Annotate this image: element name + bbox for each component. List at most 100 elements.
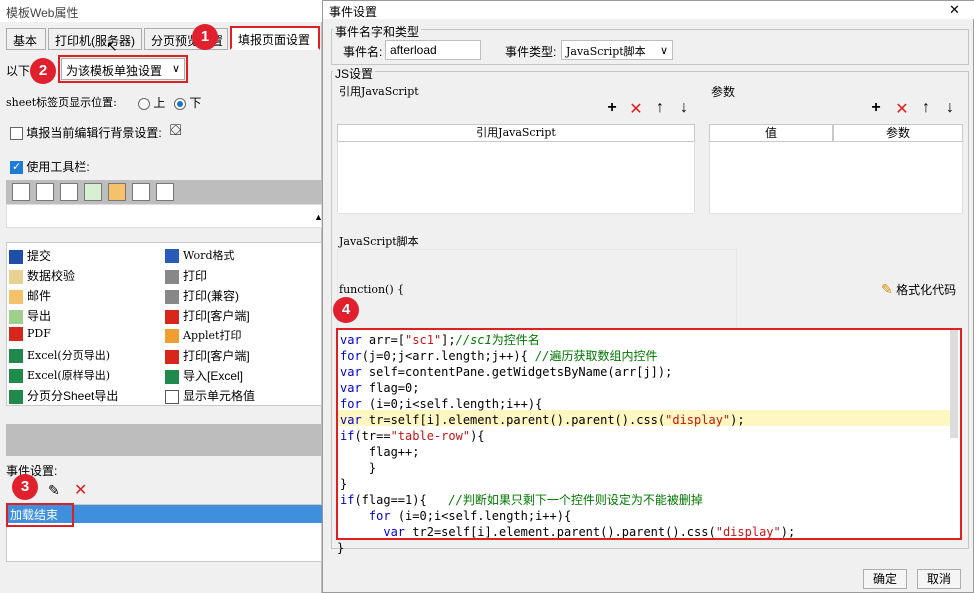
code-token: "sc1" [405,333,442,347]
grid-item-label: PDF [27,327,51,340]
code-token: // [448,493,463,507]
mail-icon [9,289,23,304]
event-type-label: 事件类型: [505,45,557,59]
add-icon[interactable]: + [867,99,885,117]
code-token: var [383,525,406,539]
toolbar-preview [6,180,322,204]
tab-basic[interactable]: 基本 [6,28,46,50]
mail-icon[interactable] [108,183,126,201]
excel-icon [9,349,23,363]
grid-item-label: Word格式 [183,249,235,262]
ok-button[interactable]: 确定 [863,569,907,589]
cell-value-icon [165,389,179,404]
export-icon[interactable] [84,183,102,201]
event-type-select[interactable]: JavaScript脚本 ∨ [561,40,673,60]
edit-pencil-icon[interactable]: ✎ [48,482,60,499]
grid-item-label: 提交 [27,249,52,263]
grid-item[interactable]: 导出 [9,307,159,327]
tab-printer-server[interactable]: 打印机(服务器) [48,28,142,50]
grid-item[interactable]: Applet打印 [165,327,305,347]
scope-select[interactable]: 为该模板单独设置 ∨ [61,58,185,80]
code-token: 遍历获取数组内控件 [549,349,658,363]
toolbar-drop-area [6,204,322,228]
step-badge-3: 3 [12,474,38,500]
grid-item[interactable]: Excel(原样导出) [9,367,159,387]
add-icon[interactable]: + [603,99,621,117]
grid-item[interactable]: Word格式 [165,247,305,267]
code-line: var arr=["sc1"];//sc1为控件名 [340,332,950,348]
bg-setting-row[interactable]: 填报当前编辑行背景设置: [10,124,162,141]
bg-setting-checkbox[interactable] [10,127,23,141]
params-table-body[interactable] [709,142,963,214]
save-icon[interactable] [12,183,30,201]
grid-item-label: 打印[客户端] [183,349,250,363]
grid-item[interactable]: 导入[Excel] [165,367,305,387]
arrow-down-icon[interactable]: ↓ [675,99,693,117]
code-scrollbar[interactable] [950,330,958,438]
tab-fill-page-settings[interactable]: 填报页面设置 [230,26,320,50]
code-line: for(j=0;j<arr.length;j++){ //遍历获取数组内控件 [340,348,950,364]
print-icon [165,289,179,304]
radio-bottom-label: 下 [189,96,202,110]
window-title: 模板Web属性 [0,0,322,22]
grid-item[interactable]: 打印[客户端] [165,307,305,327]
import-excel-icon [165,369,179,384]
radio-bottom[interactable]: 下 [174,94,201,111]
code-token: flag=0; [361,381,420,395]
event-type-value: JavaScript脚本 [566,45,646,58]
grid-item-label: 数据校验 [27,269,76,283]
ref-js-label: 引用JavaScript [339,85,419,98]
code-line: if(tr=="table-row"){ [340,428,950,444]
print-icon[interactable] [60,183,78,201]
use-toolbar-row[interactable]: 使用工具栏: [10,158,90,175]
grid-item-label: 导出 [27,309,52,323]
grid-item[interactable]: 打印(兼容) [165,287,305,307]
edit-icon[interactable] [36,183,54,201]
code-token: "table-row" [390,429,471,443]
code-token: var [340,333,362,347]
template-web-properties-window: 模板Web属性 基本 打印机(服务器) 分页预览设置 填报页面设置 1 ↖ 以下… [0,0,323,593]
close-icon[interactable]: ✕ [949,2,960,18]
grid-item[interactable]: Excel(分页导出) [9,347,159,367]
excel-icon [9,389,23,404]
js-script-label: JavaScript脚本 [339,235,419,248]
radio-top-circle[interactable] [138,97,150,110]
cell-icon[interactable] [132,183,150,201]
use-toolbar-checkbox[interactable] [10,160,23,175]
chevron-down-icon: ∨ [659,44,668,57]
radio-bottom-circle[interactable] [174,97,186,110]
delete-icon[interactable]: ✕ [893,99,911,119]
arrow-up-icon[interactable]: ↑ [651,99,669,117]
grid-item[interactable]: 显示单元格值 [165,387,305,407]
paint-bucket-icon[interactable]: ⛋ [170,122,190,140]
scope-label: 以下 [6,64,31,78]
code-line: for (i=0;i<self.length;i++){ [340,508,950,524]
window-icon[interactable] [156,183,174,201]
javascript-code-editor[interactable]: var arr=["sc1"];//sc1为控件名 for(j=0;j<arr.l… [336,328,962,540]
event-item[interactable]: 加载结束 [10,506,58,523]
closing-brace: } [337,541,345,555]
cancel-button[interactable]: 取消 [917,569,961,589]
arrow-down-icon[interactable]: ↓ [941,99,959,117]
code-token: ); [780,525,796,539]
delete-icon[interactable]: ✕ [74,480,87,500]
code-token: if [340,429,355,443]
grid-item[interactable]: 提交 [9,247,159,267]
event-name-input[interactable]: afterload [385,40,481,60]
code-token: (flag==1){ [354,493,449,507]
delete-icon[interactable]: ✕ [627,99,645,119]
grid-item[interactable]: 打印 [165,267,305,287]
step-badge-2: 2 [30,58,56,84]
export-icon [9,309,23,324]
grid-item[interactable]: 邮件 [9,287,159,307]
ref-js-table-body[interactable] [337,142,695,214]
grid-item[interactable]: PDF [9,327,159,347]
format-code-button[interactable]: ✎ 格式化代码 [881,281,956,298]
grid-item[interactable]: 打印[客户端] [165,347,305,367]
grid-item[interactable]: 分页分Sheet导出 [9,387,159,407]
code-token: (tr== [354,429,391,443]
grid-item[interactable]: 数据校验 [9,267,159,287]
function-header: function() { [339,283,405,296]
radio-top[interactable]: 上 [138,94,165,111]
arrow-up-icon[interactable]: ↑ [917,99,935,117]
